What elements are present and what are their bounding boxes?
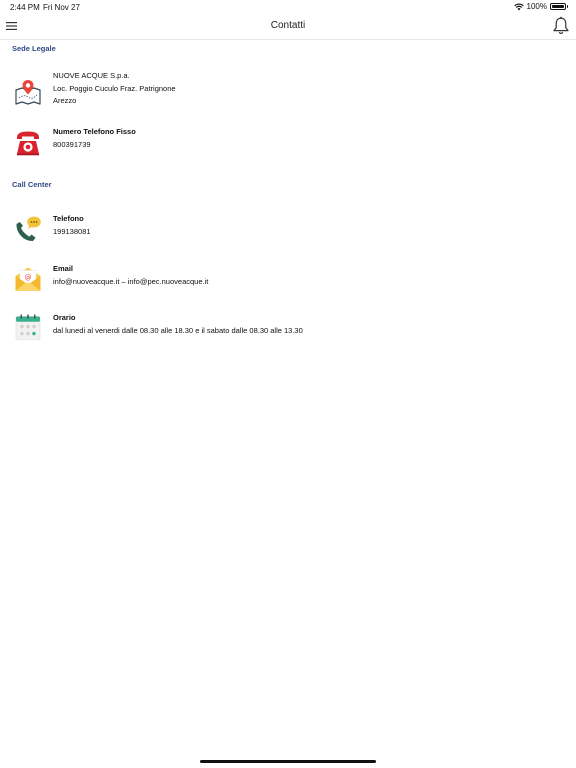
status-bar: 2:44 PM Fri Nov 27 100% bbox=[0, 0, 576, 14]
address-row: NUOVE ACQUE S.p.a. Loc. Poggio Cuculo Fr… bbox=[0, 70, 576, 110]
hours-value: dal lunedi al venerdi dalle 08.30 alle 1… bbox=[53, 325, 303, 335]
section-header-sede-legale: Sede Legale bbox=[12, 44, 56, 53]
status-date: Fri Nov 27 bbox=[43, 3, 80, 12]
hours-row: Orario dal lunedi al venerdi dalle 08.30… bbox=[0, 312, 576, 344]
hours-title: Orario bbox=[53, 313, 76, 322]
battery-percent: 100% bbox=[526, 2, 547, 11]
calendar-icon bbox=[15, 314, 41, 340]
wifi-icon bbox=[513, 2, 524, 10]
landline-text: Numero Telefono Fisso 800391739 bbox=[53, 126, 136, 151]
phone-title: Telefono bbox=[53, 214, 84, 223]
landline-number: 800391739 bbox=[53, 139, 91, 149]
email-row[interactable]: @ Email info@nuoveacque.it – info@pec.nu… bbox=[0, 263, 576, 295]
address-company: NUOVE ACQUE S.p.a. bbox=[53, 71, 130, 80]
address-city: Arezzo bbox=[53, 96, 77, 105]
nav-bar: Contatti bbox=[0, 14, 576, 40]
landline-title: Numero Telefono Fisso bbox=[53, 127, 136, 136]
phone-text: Telefono 199138081 bbox=[53, 213, 91, 238]
hours-text: Orario dal lunedi al venerdi dalle 08.30… bbox=[53, 312, 303, 337]
status-time: 2:44 PM bbox=[10, 3, 40, 12]
phone-chat-icon bbox=[16, 216, 41, 242]
email-text: Email info@nuoveacque.it – info@pec.nuov… bbox=[53, 263, 208, 288]
status-indicators: 100% bbox=[513, 2, 568, 11]
address-text: NUOVE ACQUE S.p.a. Loc. Poggio Cuculo Fr… bbox=[53, 70, 176, 108]
home-indicator[interactable] bbox=[200, 760, 376, 763]
phone-row[interactable]: Telefono 199138081 bbox=[0, 213, 576, 245]
map-pin-icon bbox=[15, 80, 41, 105]
section-header-call-center: Call Center bbox=[12, 180, 52, 189]
landline-row[interactable]: Numero Telefono Fisso 800391739 bbox=[0, 126, 576, 156]
email-address[interactable]: info@nuoveacque.it – info@pec.nuoveacque… bbox=[53, 276, 208, 289]
bell-icon[interactable] bbox=[552, 16, 570, 36]
phone-number: 199138081 bbox=[53, 226, 91, 236]
battery-icon bbox=[550, 3, 568, 10]
email-title: Email bbox=[53, 264, 74, 273]
address-street: Loc. Poggio Cuculo Fraz. Patrignone bbox=[53, 83, 176, 93]
battery-fill bbox=[552, 5, 564, 8]
red-telephone-icon bbox=[17, 131, 39, 156]
page-title: Contatti bbox=[270, 20, 306, 31]
envelope-icon: @ bbox=[15, 267, 41, 291]
svg-text:@: @ bbox=[25, 274, 32, 282]
